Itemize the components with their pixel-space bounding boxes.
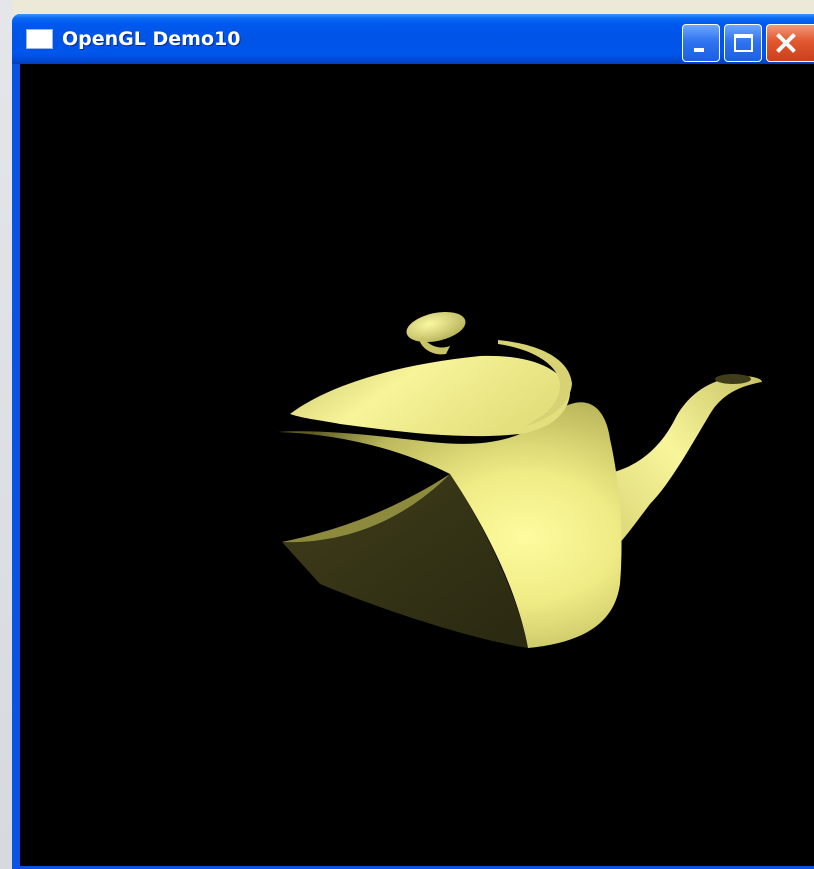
teapot-render xyxy=(278,311,762,648)
minimize-button[interactable] xyxy=(682,24,720,62)
teapot-spout-tip xyxy=(715,374,751,384)
opengl-canvas[interactable] xyxy=(20,64,814,866)
application-window-icon[interactable] xyxy=(26,29,53,49)
minimize-icon xyxy=(694,48,704,52)
title-bar[interactable]: OpenGL Demo10 xyxy=(12,14,814,64)
teapot-knob xyxy=(406,311,466,343)
maximize-button[interactable] xyxy=(724,24,762,62)
window-title: OpenGL Demo10 xyxy=(62,28,241,50)
teapot-lid xyxy=(290,355,570,437)
teapot-spout xyxy=(605,376,762,544)
desktop-background xyxy=(0,0,12,869)
maximize-icon xyxy=(734,34,753,52)
close-icon xyxy=(775,32,797,54)
close-button[interactable] xyxy=(766,24,814,62)
app-window: OpenGL Demo10 xyxy=(12,14,814,869)
